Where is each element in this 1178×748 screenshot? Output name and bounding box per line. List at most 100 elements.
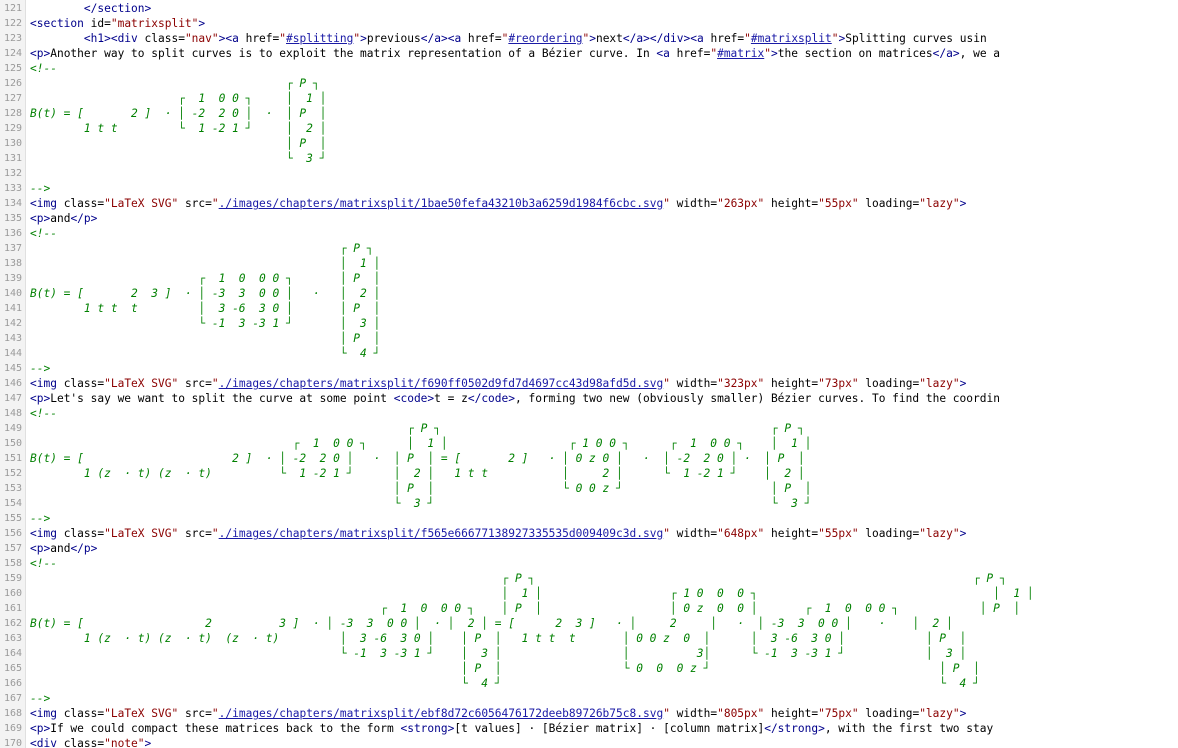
code-line[interactable]: 140 B(t) = [ 2 3 ] · │ -3 3 0 0 │ · │ 2 │ — [0, 286, 1178, 301]
href-link[interactable]: #matrix — [717, 47, 764, 60]
line-number: 131 — [3, 153, 22, 164]
line-number: 151 — [3, 453, 22, 464]
code-line[interactable]: 146 <img class="LaTeX SVG" src="./images/… — [0, 376, 1178, 391]
code-line[interactable]: 152 1 (z · t) (z · t) └ 1 -2 1 ┘ │ 2 │ 1… — [0, 466, 1178, 481]
code-line[interactable]: 143 │ P │ — [0, 331, 1178, 346]
code-line[interactable]: 132 — [0, 166, 1178, 181]
html-tag: <div — [30, 737, 64, 748]
code-line[interactable]: 129 1 t t └ 1 -2 1 ┘ │ 2 │ — [0, 121, 1178, 136]
line-number: 165 — [3, 663, 22, 674]
line-number: 122 — [3, 18, 22, 29]
text-content — [30, 2, 84, 15]
code-line[interactable]: 125 <!-- — [0, 61, 1178, 76]
code-line[interactable]: 162 B(t) = [ 2 3 ] · │ -3 3 0 0 │ · │ 2 │… — [0, 616, 1178, 631]
html-tag: > — [198, 17, 206, 30]
code-text: </section> — [30, 1, 151, 16]
line-number: 162 — [3, 618, 22, 629]
href-link[interactable]: ./images/chapters/matrixsplit/1bae50fefa… — [219, 197, 664, 210]
code-line[interactable]: 170 <div class="note"> — [0, 736, 1178, 748]
html-tag: > — [770, 47, 778, 60]
code-line[interactable]: 149 ┌ P ┐ ┌ P ┐ — [0, 421, 1178, 436]
code-line[interactable]: 138 │ 1 │ — [0, 256, 1178, 271]
code-text: <h1><div class="nav"><a href="#splitting… — [30, 31, 987, 46]
html-tag: > — [959, 377, 967, 390]
line-number: 135 — [3, 213, 22, 224]
text-content: and — [50, 212, 71, 225]
href-link[interactable]: ./images/chapters/matrixsplit/ebf8d72c60… — [219, 707, 664, 720]
code-line[interactable]: 155 --> — [0, 511, 1178, 526]
code-line[interactable]: 148 <!-- — [0, 406, 1178, 421]
comment-text: B(t) = [ 2 ] · │ -2 2 0 │ · │ P │ — [30, 107, 327, 120]
code-line[interactable]: 122 <section id="matrixsplit"> — [0, 16, 1178, 31]
html-tag: <img — [30, 527, 64, 540]
code-line[interactable]: 126 ┌ P ┐ — [0, 76, 1178, 91]
html-tag: </a> — [932, 47, 960, 60]
code-line[interactable]: 134 <img class="LaTeX SVG" src="./images/… — [0, 196, 1178, 211]
line-number: 125 — [3, 63, 22, 74]
code-line[interactable]: 167 --> — [0, 691, 1178, 706]
code-text: <p>and</p> — [30, 541, 97, 556]
code-line[interactable]: 159 ┌ P ┐ ┌ P ┐ — [0, 571, 1178, 586]
code-line[interactable]: 153 │ P │ └ 0 0 z ┘ │ P │ — [0, 481, 1178, 496]
text-content: , forming two new (obviously smaller) Bé… — [515, 392, 1000, 405]
attribute-name: src= — [184, 527, 212, 540]
attribute-value: "75px" — [818, 707, 866, 720]
line-number: 168 — [3, 708, 22, 719]
href-link[interactable]: ./images/chapters/matrixsplit/f690ff0502… — [219, 377, 664, 390]
code-line[interactable]: 154 └ 3 ┘ └ 3 ┘ — [0, 496, 1178, 511]
code-text: 1 t t t │ 3 -6 3 0 │ │ P │ — [30, 301, 380, 316]
text-content: the section on matrices — [777, 47, 933, 60]
code-line[interactable]: 168 <img class="LaTeX SVG" src="./images/… — [0, 706, 1178, 721]
code-line[interactable]: 123 <h1><div class="nav"><a href="#split… — [0, 31, 1178, 46]
href-link[interactable]: #splitting — [286, 32, 353, 45]
code-line[interactable]: 145 --> — [0, 361, 1178, 376]
html-tag: </a></div><a — [622, 32, 711, 45]
code-line[interactable]: 165 │ P │ └ 0 0 0 z ┘ │ P │ — [0, 661, 1178, 676]
text-content: , we a — [959, 47, 1001, 60]
line-number: 146 — [3, 378, 22, 389]
code-line[interactable]: 164 └ -1 3 -3 1 ┘ │ 3 │ │ 3│ └ -1 3 -3 1… — [0, 646, 1178, 661]
code-text: ┌ 1 0 0 0 ┐ │ P │ — [30, 271, 380, 286]
code-line[interactable]: 150 ┌ 1 0 0 ┐ │ 1 │ ┌ 1 0 0 ┐ ┌ 1 0 0 ┐ … — [0, 436, 1178, 451]
code-line[interactable]: 163 1 (z · t) (z · t) (z · t) │ 3 -6 3 0… — [0, 631, 1178, 646]
code-line[interactable]: 144 └ 4 ┘ — [0, 346, 1178, 361]
code-line[interactable]: 160 │ 1 │ ┌ 1 0 0 0 ┐ │ 1 │ — [0, 586, 1178, 601]
code-line[interactable]: 158 <!-- — [0, 556, 1178, 571]
code-line[interactable]: 156 <img class="LaTeX SVG" src="./images/… — [0, 526, 1178, 541]
code-line[interactable]: 121 </section> — [0, 1, 1178, 16]
code-line[interactable]: 166 └ 4 ┘ └ 4 ┘ — [0, 676, 1178, 691]
code-line[interactable]: 135 <p>and</p> — [0, 211, 1178, 226]
href-link[interactable]: #matrixsplit — [751, 32, 832, 45]
code-line[interactable]: 128 B(t) = [ 2 ] · │ -2 2 0 │ · │ P │ — [0, 106, 1178, 121]
comment-text: ┌ 1 0 0 0 ┐ │ P │ │ 0 z 0 0 │ ┌ 1 0 0 0 … — [30, 602, 1021, 615]
code-line[interactable]: 169 <p>If we could compact these matrices… — [0, 721, 1178, 736]
code-editor[interactable]: 121 </section> 122 <section id="matrixspli… — [0, 0, 1178, 748]
code-line[interactable]: 151 B(t) = [ 2 ] · │ -2 2 0 │ · │ P │ = [… — [0, 451, 1178, 466]
comment-text: └ 4 ┘ — [30, 347, 381, 360]
line-number: 150 — [3, 438, 22, 449]
text-content: t = z — [434, 392, 468, 405]
code-line[interactable]: 130 │ P │ — [0, 136, 1178, 151]
code-line[interactable]: 147 <p>Let's say we want to split the cur… — [0, 391, 1178, 406]
code-line[interactable]: 131 └ 3 ┘ — [0, 151, 1178, 166]
href-link[interactable]: ./images/chapters/matrixsplit/f565e66677… — [219, 527, 664, 540]
code-line[interactable]: 137 ┌ P ┐ — [0, 241, 1178, 256]
code-line[interactable]: 142 └ -1 3 -3 1 ┘ │ 3 │ — [0, 316, 1178, 331]
code-line[interactable]: 133 --> — [0, 181, 1178, 196]
code-line[interactable]: 141 1 t t t │ 3 -6 3 0 │ │ P │ — [0, 301, 1178, 316]
code-line[interactable]: 161 ┌ 1 0 0 0 ┐ │ P │ │ 0 z 0 0 │ ┌ 1 0 … — [0, 601, 1178, 616]
attribute-name: class= — [63, 527, 105, 540]
code-line[interactable]: 139 ┌ 1 0 0 0 ┐ │ P │ — [0, 271, 1178, 286]
code-line[interactable]: 136 <!-- — [0, 226, 1178, 241]
html-tag: </section> — [83, 2, 152, 15]
comment-text: │ 1 │ — [30, 257, 381, 270]
code-line[interactable]: 157 <p>and</p> — [0, 541, 1178, 556]
code-line[interactable]: 127 ┌ 1 0 0 ┐ │ 1 │ — [0, 91, 1178, 106]
href-link[interactable]: #reordering — [508, 32, 582, 45]
html-tag: <a — [656, 47, 677, 60]
attribute-name: loading= — [865, 197, 920, 210]
code-line[interactable]: 124 <p>Another way to split curves is to … — [0, 46, 1178, 61]
text-content — [30, 32, 84, 45]
attribute-name: loading= — [865, 707, 920, 720]
attribute-value: " — [211, 377, 219, 390]
